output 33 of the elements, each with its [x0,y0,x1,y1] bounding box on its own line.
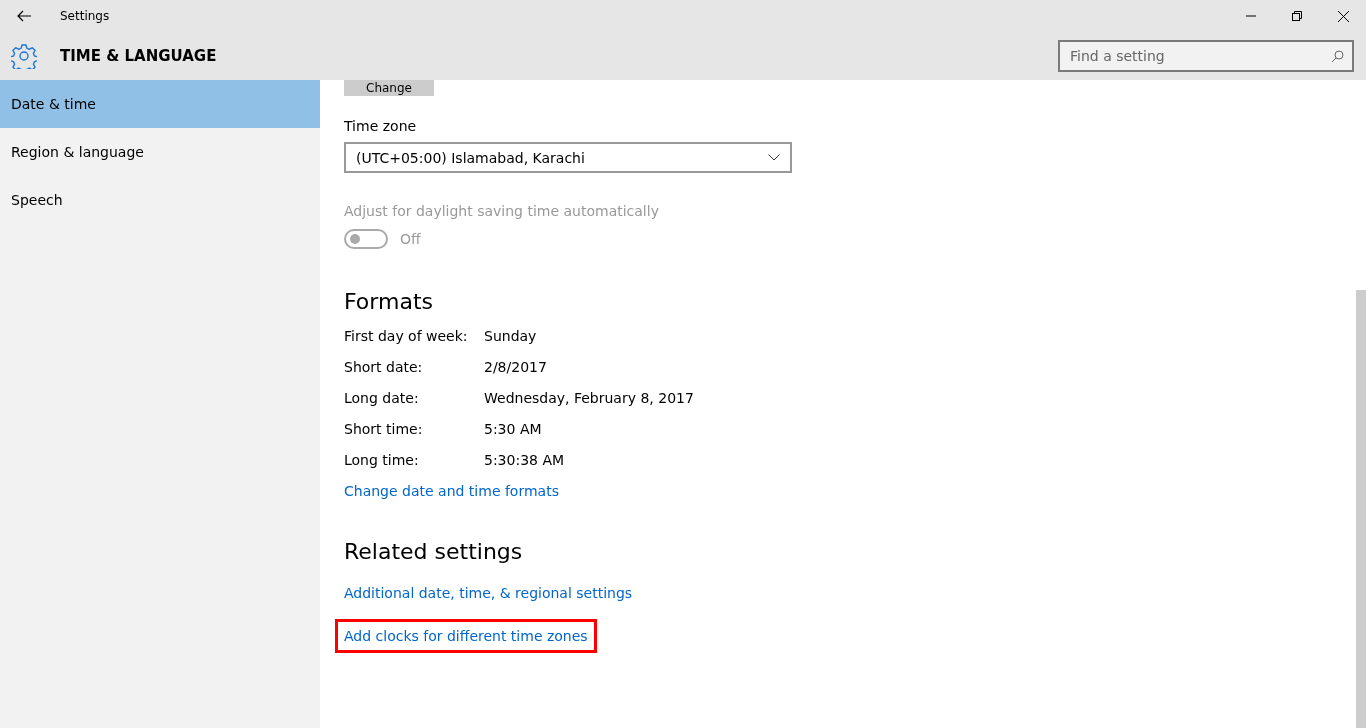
back-icon[interactable] [16,10,32,22]
format-label: First day of week: [344,328,469,344]
page-title: TIME & LANGUAGE [60,47,217,65]
window-title: Settings [60,9,110,23]
format-label: Short date: [344,359,424,375]
format-label: Long date: [344,390,420,406]
search-field[interactable]: Find a setting [1058,40,1354,72]
sidebar-item[interactable]: Region & language [0,128,320,176]
scrollbar-thumb[interactable] [1356,290,1366,728]
related-link[interactable]: Additional date, time, & regional settings [344,585,633,601]
field-label: Time zone [344,118,417,134]
restore-icon [1292,11,1302,21]
time-zone-dropdown[interactable]: (UTC+05:00) Islamabad, Karachi [344,142,792,173]
sidebar-item[interactable]: Date & time [0,80,320,128]
format-label: Long time: [344,452,420,468]
sidebar-item[interactable]: Speech [0,176,320,224]
chevron-down-icon [768,154,780,161]
section-heading: Formats [344,289,433,314]
search-icon[interactable] [1331,50,1344,63]
format-value: 5:30 AM [484,421,542,437]
section-heading: Related settings [344,539,523,564]
format-value: 2/8/2017 [484,359,547,375]
related-link[interactable]: Add clocks for different time zones [344,628,588,644]
setting-label: Adjust for daylight saving time automatically [344,203,659,219]
change-button[interactable]: Change [344,80,434,96]
format-value: Wednesday, February 8, 2017 [484,390,694,406]
format-value: Sunday [484,328,537,344]
formats-link[interactable]: Change date and time formats [344,483,559,499]
toggle-state-text: Off [400,231,421,247]
format-label: Short time: [344,421,424,437]
format-value: 5:30:38 AM [484,452,565,468]
close-icon [1337,10,1349,22]
gear-icon [11,43,37,69]
